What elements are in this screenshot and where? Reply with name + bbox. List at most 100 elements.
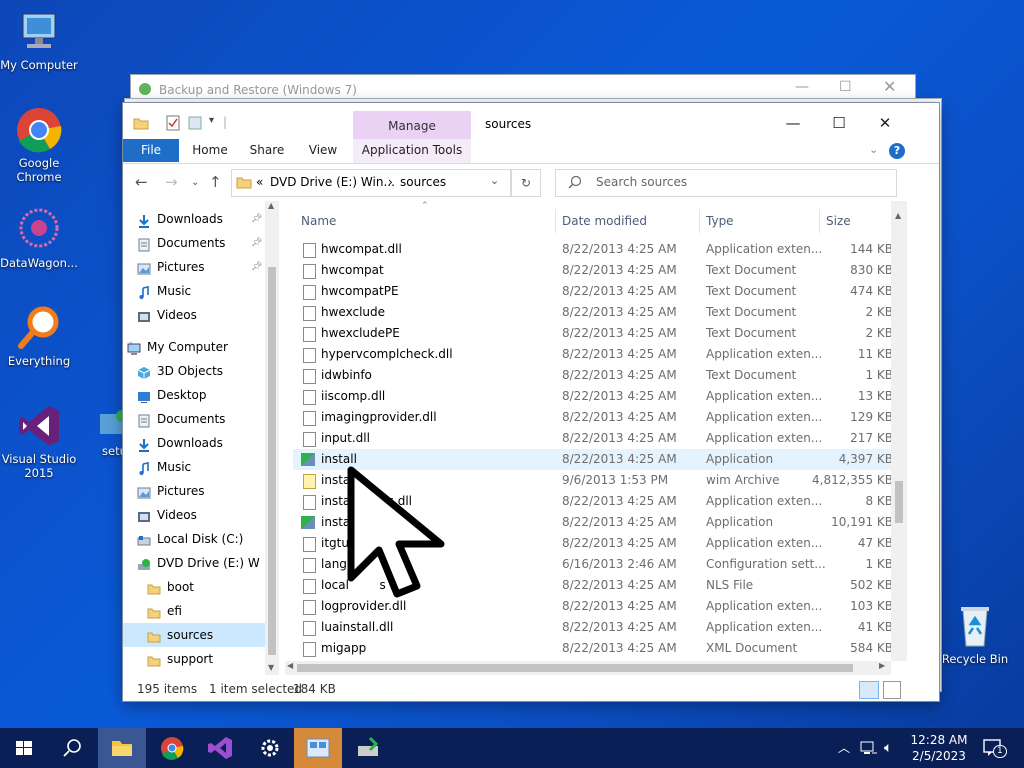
ribbon-help-icon[interactable]: ? <box>889 143 905 159</box>
ribbon-expand-icon[interactable]: ⌄ <box>869 143 878 156</box>
nav-item[interactable]: Pictures <box>123 479 265 503</box>
nav-item[interactable]: Documents 📌︎ <box>123 231 265 255</box>
nav-item[interactable]: DVD Drive (E:) W <box>123 551 265 575</box>
minimize-button[interactable]: — <box>773 111 813 135</box>
clock[interactable]: 12:28 AM 2/5/2023 <box>900 732 978 764</box>
tab-home[interactable]: Home <box>185 139 235 162</box>
volume-icon[interactable]: 🔈︎ <box>884 728 892 768</box>
tab-file[interactable]: File <box>123 139 179 162</box>
desktop-icon-everything[interactable]: Everything <box>0 304 78 368</box>
horizontal-scrollbar[interactable]: ◀ ▶ <box>285 661 891 675</box>
file-row[interactable]: imagingprovider.dll 8/22/2013 4:25 AM Appl… <box>293 407 897 428</box>
forward-arrow-icon[interactable]: → <box>165 173 178 191</box>
address-dropdown-icon[interactable]: ⌄ <box>490 174 499 187</box>
desktop-icon-my-computer[interactable]: My Computer <box>0 8 78 72</box>
desktop-icon-visual-studio[interactable]: Visual Studio 2015 <box>0 402 78 480</box>
file-size: 4,397 KB <box>838 452 893 466</box>
network-icon[interactable] <box>860 740 878 756</box>
file-row[interactable]: hwcompatPE 8/22/2013 4:25 AM Text Document… <box>293 281 897 302</box>
nav-item[interactable]: Music <box>123 279 265 303</box>
nav-scrollbar[interactable]: ▲ ▼ <box>265 201 279 675</box>
file-row[interactable]: hwcompat.dll 8/22/2013 4:25 AM Application… <box>293 239 897 260</box>
file-row[interactable]: hwexclude 8/22/2013 4:25 AM Text Document 2… <box>293 302 897 323</box>
properties-icon[interactable] <box>165 115 181 133</box>
breadcrumb-overflow[interactable]: « <box>256 175 263 189</box>
nav-item[interactable]: boot <box>123 575 265 599</box>
back-maximize-button[interactable]: ☐ <box>839 79 852 95</box>
qat-dropdown-icon[interactable]: ▾ <box>209 115 214 133</box>
scroll-thumb[interactable] <box>895 481 903 523</box>
taskbar-visual-studio[interactable] <box>196 728 244 768</box>
expand-arrow-icon[interactable]: › <box>129 339 133 349</box>
scroll-up-icon[interactable]: ▲ <box>895 211 901 220</box>
file-row[interactable]: migapp 8/22/2013 4:25 AM XML Document 584 K… <box>293 638 897 659</box>
search-input[interactable]: Search sources <box>596 175 687 189</box>
desktop-icon-datawagon[interactable]: DataWagon... <box>0 206 78 270</box>
close-button[interactable]: ✕ <box>865 111 905 135</box>
file-row[interactable]: hwexcludePE 8/22/2013 4:25 AM Text Documen… <box>293 323 897 344</box>
taskbar-file-explorer[interactable] <box>98 728 146 768</box>
back-close-button[interactable]: ✕ <box>883 77 896 96</box>
tab-manage[interactable]: Manage <box>353 111 471 141</box>
notification-center[interactable]: 1 <box>982 738 1007 758</box>
file-list-scrollbar[interactable]: ▲ ▼ <box>891 201 907 756</box>
details-view-icon[interactable] <box>859 681 879 699</box>
file-row[interactable]: hwcompat 8/22/2013 4:25 AM Text Document 83… <box>293 260 897 281</box>
start-button[interactable] <box>0 728 48 768</box>
tab-share[interactable]: Share <box>241 139 293 162</box>
refresh-button[interactable]: ↻ <box>511 169 541 197</box>
column-size[interactable]: Size <box>826 209 851 233</box>
recent-dropdown-icon[interactable]: ⌄ <box>191 177 199 188</box>
nav-item[interactable]: My Computer <box>123 335 265 359</box>
nav-item[interactable]: support <box>123 647 265 671</box>
nav-item[interactable]: Downloads <box>123 431 265 455</box>
file-row[interactable]: iiscomp.dll 8/22/2013 4:25 AM Application … <box>293 386 897 407</box>
scroll-right-icon[interactable]: ▶ <box>879 661 885 670</box>
file-row[interactable]: luainstall.dll 8/22/2013 4:25 AM Applicati… <box>293 617 897 638</box>
nav-item[interactable]: Documents <box>123 407 265 431</box>
horizontal-scroll-thumb[interactable] <box>297 664 853 672</box>
large-icons-view-icon[interactable] <box>883 681 901 699</box>
desktop-icon-recycle-bin[interactable]: Recycle Bin <box>936 602 1014 666</box>
new-folder-icon[interactable] <box>187 115 203 133</box>
nav-scroll-thumb[interactable] <box>268 267 276 655</box>
back-arrow-icon[interactable]: ← <box>135 173 148 191</box>
nav-item[interactable]: Pictures 📌︎ <box>123 255 265 279</box>
explorer-window[interactable]: ▾ | Manage sources — ☐ ✕ File Home Share… <box>122 102 940 756</box>
nav-scroll-up-icon[interactable]: ▲ <box>268 201 274 210</box>
search-box[interactable]: Search sources <box>555 169 897 197</box>
breadcrumb-dvd-drive[interactable]: DVD Drive (E:) Win... <box>270 175 395 189</box>
scroll-left-icon[interactable]: ◀ <box>287 661 293 670</box>
back-minimize-button[interactable]: — <box>795 79 809 95</box>
nav-item[interactable]: Downloads 📌︎ <box>123 207 265 231</box>
taskbar-chrome[interactable] <box>148 728 196 768</box>
desktop-icon-chrome[interactable]: Google Chrome <box>0 106 78 184</box>
nav-item[interactable]: sources <box>123 623 265 647</box>
nav-item[interactable]: Local Disk (C:) <box>123 527 265 551</box>
file-row[interactable]: idwbinfo 8/22/2013 4:25 AM Text Document 1 … <box>293 365 897 386</box>
file-row[interactable]: input.dll 8/22/2013 4:25 AM Application ex… <box>293 428 897 449</box>
nav-item[interactable]: Videos <box>123 303 265 327</box>
up-arrow-icon[interactable]: ↑ <box>209 173 222 191</box>
column-type[interactable]: Type <box>706 209 734 233</box>
maximize-button[interactable]: ☐ <box>819 111 859 135</box>
nav-item[interactable]: Desktop <box>123 383 265 407</box>
tab-application-tools[interactable]: Application Tools <box>353 139 471 162</box>
address-bar[interactable]: « DVD Drive (E:) Win... › sources ⌄ <box>231 169 511 197</box>
column-name[interactable]: Name <box>301 209 336 233</box>
column-date-modified[interactable]: Date modified <box>562 209 647 233</box>
breadcrumb-sources[interactable]: sources <box>400 175 446 189</box>
tab-view[interactable]: View <box>299 139 347 162</box>
show-hidden-icons[interactable]: ︿ <box>838 728 850 768</box>
nav-item[interactable]: Music <box>123 455 265 479</box>
taskbar-settings[interactable] <box>246 728 294 768</box>
nav-item[interactable]: efi <box>123 599 265 623</box>
search-button[interactable] <box>48 728 96 768</box>
breadcrumb-separator[interactable]: › <box>388 175 393 189</box>
nav-item[interactable]: Videos <box>123 503 265 527</box>
nav-scroll-down-icon[interactable]: ▼ <box>268 663 274 672</box>
taskbar-setup[interactable] <box>344 728 392 768</box>
taskbar-backup-restore[interactable] <box>294 728 342 768</box>
nav-item[interactable]: 3D Objects <box>123 359 265 383</box>
file-row[interactable]: hypervcomplcheck.dll 8/22/2013 4:25 AM App… <box>293 344 897 365</box>
